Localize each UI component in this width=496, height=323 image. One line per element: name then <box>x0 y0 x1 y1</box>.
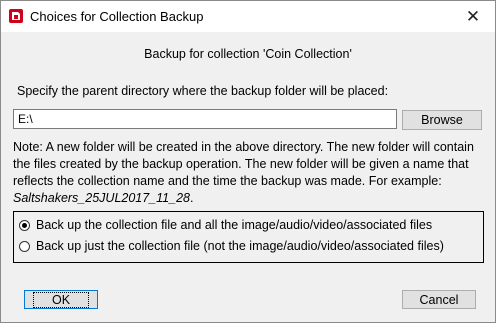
note-suffix: . <box>189 191 194 205</box>
app-icon <box>8 8 24 24</box>
note-example: Saltshakers_25JUL2017_11_28 <box>13 191 190 205</box>
backup-options-group: Back up the collection file and all the … <box>13 211 484 263</box>
radio-all-files[interactable] <box>19 219 30 231</box>
close-icon[interactable]: ✕ <box>451 1 495 32</box>
note-text: Note: A new folder will be created in th… <box>13 140 474 188</box>
browse-button[interactable]: Browse <box>402 110 482 130</box>
option-collection-only[interactable]: Back up just the collection file (not th… <box>19 239 444 253</box>
directory-input[interactable] <box>13 109 397 129</box>
option-all-files-label: Back up the collection file and all the … <box>36 218 433 232</box>
radio-collection-only[interactable] <box>19 240 30 252</box>
option-collection-only-label: Back up just the collection file (not th… <box>36 239 444 253</box>
dialog-window: Choices for Collection Backup ✕ Backup f… <box>0 0 496 323</box>
option-all-files[interactable]: Back up the collection file and all the … <box>19 218 432 232</box>
ok-button-label: OK <box>32 291 90 308</box>
window-title: Choices for Collection Backup <box>30 9 204 24</box>
backup-note: Note: A new folder will be created in th… <box>13 139 489 207</box>
ok-button[interactable]: OK <box>24 290 98 309</box>
cancel-button[interactable]: Cancel <box>402 290 476 309</box>
dialog-heading: Backup for collection 'Coin Collection' <box>144 47 352 61</box>
title-bar: Choices for Collection Backup ✕ <box>1 1 495 32</box>
directory-prompt: Specify the parent directory where the b… <box>17 84 389 98</box>
